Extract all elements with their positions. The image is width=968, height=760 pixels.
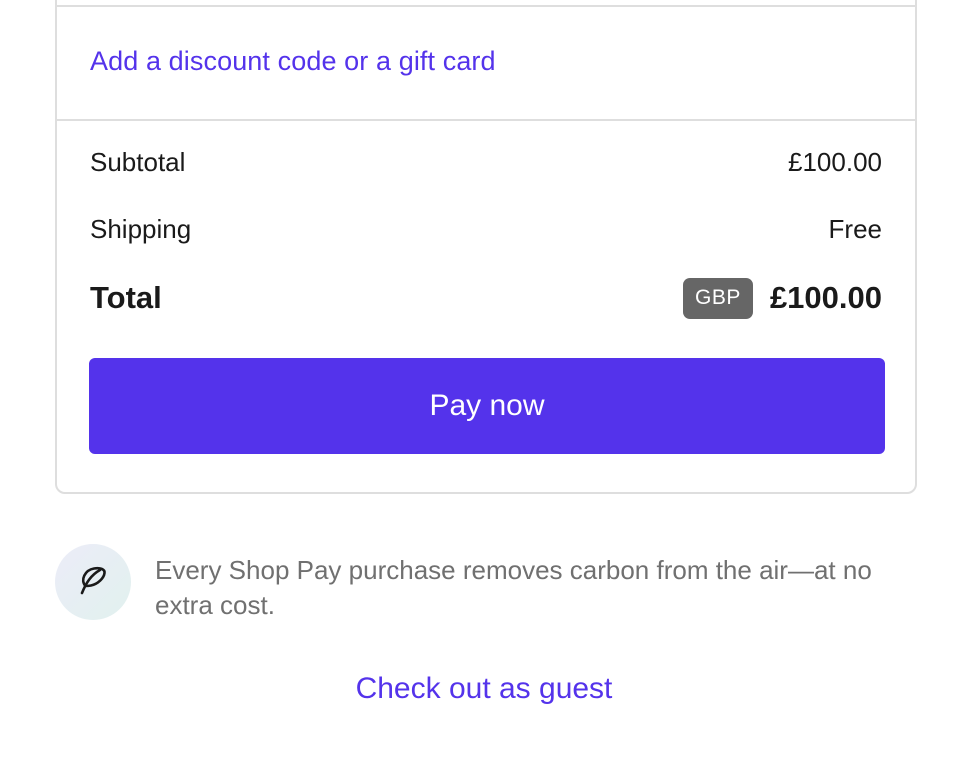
- subtotal-row: Subtotal £100.00: [90, 144, 882, 180]
- total-label: Total: [90, 280, 162, 315]
- total-amount-group: GBP £100.00: [682, 277, 882, 319]
- leaf-icon: [76, 563, 110, 602]
- shipping-label: Shipping: [90, 213, 192, 244]
- divider: [57, 119, 915, 121]
- shipping-row: Shipping Free: [90, 211, 882, 247]
- shipping-value: Free: [828, 213, 882, 244]
- discount-code-link[interactable]: Add a discount code or a gift card: [90, 46, 496, 77]
- currency-badge: GBP: [682, 277, 753, 319]
- divider: [57, 5, 915, 7]
- pay-now-button[interactable]: Pay now: [89, 358, 885, 454]
- subtotal-label: Subtotal: [90, 146, 186, 177]
- checkout-as-guest-link[interactable]: Check out as guest: [0, 672, 968, 706]
- total-value: £100.00: [769, 280, 882, 315]
- order-summary-card: Add a discount code or a gift card Subto…: [55, 0, 917, 494]
- carbon-note-text: Every Shop Pay purchase removes carbon f…: [155, 555, 872, 620]
- total-row: Total GBP £100.00: [90, 276, 882, 320]
- subtotal-value: £100.00: [788, 146, 882, 177]
- carbon-badge: [55, 544, 131, 620]
